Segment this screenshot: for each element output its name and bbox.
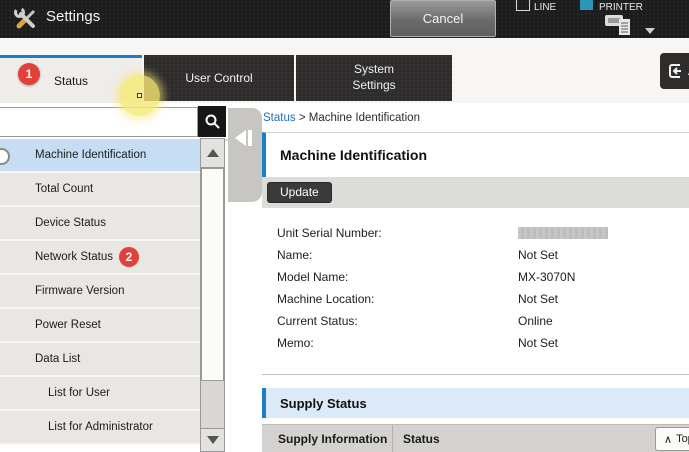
field-memo: Memo: Not Set <box>277 332 677 354</box>
sidebar-item-label: Firmware Version <box>35 285 124 297</box>
section-divider <box>262 374 689 375</box>
field-value: Not Set <box>518 248 558 262</box>
sidebar-item-data-list[interactable]: Data List <box>0 343 200 377</box>
breadcrumb-current: Machine Identification <box>309 112 420 124</box>
sidebar-search-input[interactable] <box>0 107 198 137</box>
top-bar: Settings Cancel LINE PRINTER <box>0 0 689 38</box>
field-name: Name: Not Set <box>277 244 677 266</box>
sidebar-item-label: Machine Identification <box>35 149 146 161</box>
field-unit-serial-number: Unit Serial Number: <box>277 222 677 244</box>
supply-status-heading: Supply Status <box>262 388 689 418</box>
sidebar-item-label: Power Reset <box>35 319 101 331</box>
breadcrumb-separator: > <box>299 112 306 124</box>
selected-item-marker-icon <box>0 148 10 165</box>
sidebar-item-power-reset[interactable]: Power Reset <box>0 309 200 343</box>
sidebar-item-label: Data List <box>35 353 80 365</box>
scroll-down-button[interactable] <box>201 428 224 451</box>
supply-table-header: Supply Information Status ∧ Top <box>262 424 689 452</box>
search-button[interactable] <box>198 106 226 137</box>
tab-system-settings-label: System Settings <box>339 62 409 93</box>
redacted-serial-value <box>518 227 608 239</box>
field-value: Not Set <box>518 336 558 350</box>
field-value: MX-3070N <box>518 270 575 284</box>
sidebar-item-label: Network Status <box>35 251 113 263</box>
chevron-up-icon: ∧ <box>664 433 672 446</box>
sidebar-nav: Machine Identification Total Count Devic… <box>0 139 200 445</box>
field-model-name: Model Name: MX-3070N <box>277 266 677 288</box>
chevron-down-icon[interactable] <box>645 28 655 34</box>
scroll-up-button[interactable] <box>201 139 224 168</box>
column-status: Status <box>392 425 689 452</box>
field-label: Model Name: <box>277 270 518 284</box>
field-label: Current Status: <box>277 314 518 328</box>
printer-icon[interactable] <box>603 14 639 37</box>
sidebar-item-label: List for Administrator <box>48 421 153 433</box>
printer-status-swatch <box>580 0 593 10</box>
sidebar-item-machine-identification[interactable]: Machine Identification <box>0 139 200 173</box>
field-value: Online <box>518 314 553 328</box>
field-label: Name: <box>277 248 518 262</box>
tab-system-settings[interactable]: System Settings <box>296 55 452 101</box>
supply-status-title: Supply Status <box>280 396 367 411</box>
line-label: LINE <box>534 2 556 13</box>
update-toolbar: Update <box>262 177 689 208</box>
sidebar-item-label: Total Count <box>35 183 93 195</box>
step-badge-1: 1 <box>18 63 40 85</box>
field-current-status: Current Status: Online <box>277 310 677 332</box>
field-value: Not Set <box>518 292 558 306</box>
touch-click-indicator <box>119 75 160 116</box>
sidebar-scrollbar[interactable] <box>200 138 225 452</box>
sidebar-item-label: Device Status <box>35 217 106 229</box>
settings-tools-icon <box>13 6 39 32</box>
sidebar-item-firmware-version[interactable]: Firmware Version <box>0 275 200 309</box>
search-icon <box>204 113 221 130</box>
field-label: Machine Location: <box>277 292 518 306</box>
line-checkbox[interactable] <box>516 0 530 11</box>
breadcrumb: Status > Machine Identification <box>263 112 420 124</box>
cancel-button[interactable]: Cancel <box>390 0 496 37</box>
triangle-up-icon <box>207 149 219 157</box>
breadcrumb-link-status[interactable]: Status <box>263 112 296 124</box>
field-label: Memo: <box>277 336 518 350</box>
printer-label: PRINTER <box>599 2 643 13</box>
machine-info-fields: Unit Serial Number: Name: Not Set Model … <box>277 222 677 354</box>
scrollbar-thumb[interactable] <box>201 168 224 381</box>
app-title: Settings <box>46 8 100 25</box>
sidebar-item-total-count[interactable]: Total Count <box>0 173 200 207</box>
sidebar-item-list-for-user[interactable]: List for User <box>0 377 200 411</box>
sidebar-item-label: List for User <box>48 387 110 399</box>
column-supply-information: Supply Information <box>262 432 392 446</box>
tab-user-control[interactable]: User Control <box>144 55 294 101</box>
back-to-top-label: Top <box>676 433 689 445</box>
cursor-square-icon <box>137 93 142 98</box>
page-title-panel: Machine Identification <box>262 132 689 177</box>
login-arrow-icon <box>667 63 683 79</box>
field-label: Unit Serial Number: <box>277 226 518 240</box>
sidebar-item-device-status[interactable]: Device Status <box>0 207 200 241</box>
sidebar-collapse-handle[interactable] <box>228 108 262 202</box>
triangle-down-icon <box>207 436 219 444</box>
back-to-top-button[interactable]: ∧ Top <box>655 427 689 451</box>
settings-screen: Settings Cancel LINE PRINTER Status User… <box>0 0 689 452</box>
field-machine-location: Machine Location: Not Set <box>277 288 677 310</box>
sidebar-item-network-status[interactable]: Network Status 2 <box>0 241 200 275</box>
step-badge-2: 2 <box>119 247 139 267</box>
collapse-left-icon <box>235 130 252 146</box>
admin-login-button[interactable]: A <box>660 53 689 89</box>
update-button[interactable]: Update <box>267 182 332 203</box>
sidebar-item-list-for-administrator[interactable]: List for Administrator <box>0 411 200 445</box>
page-title: Machine Identification <box>280 147 427 163</box>
